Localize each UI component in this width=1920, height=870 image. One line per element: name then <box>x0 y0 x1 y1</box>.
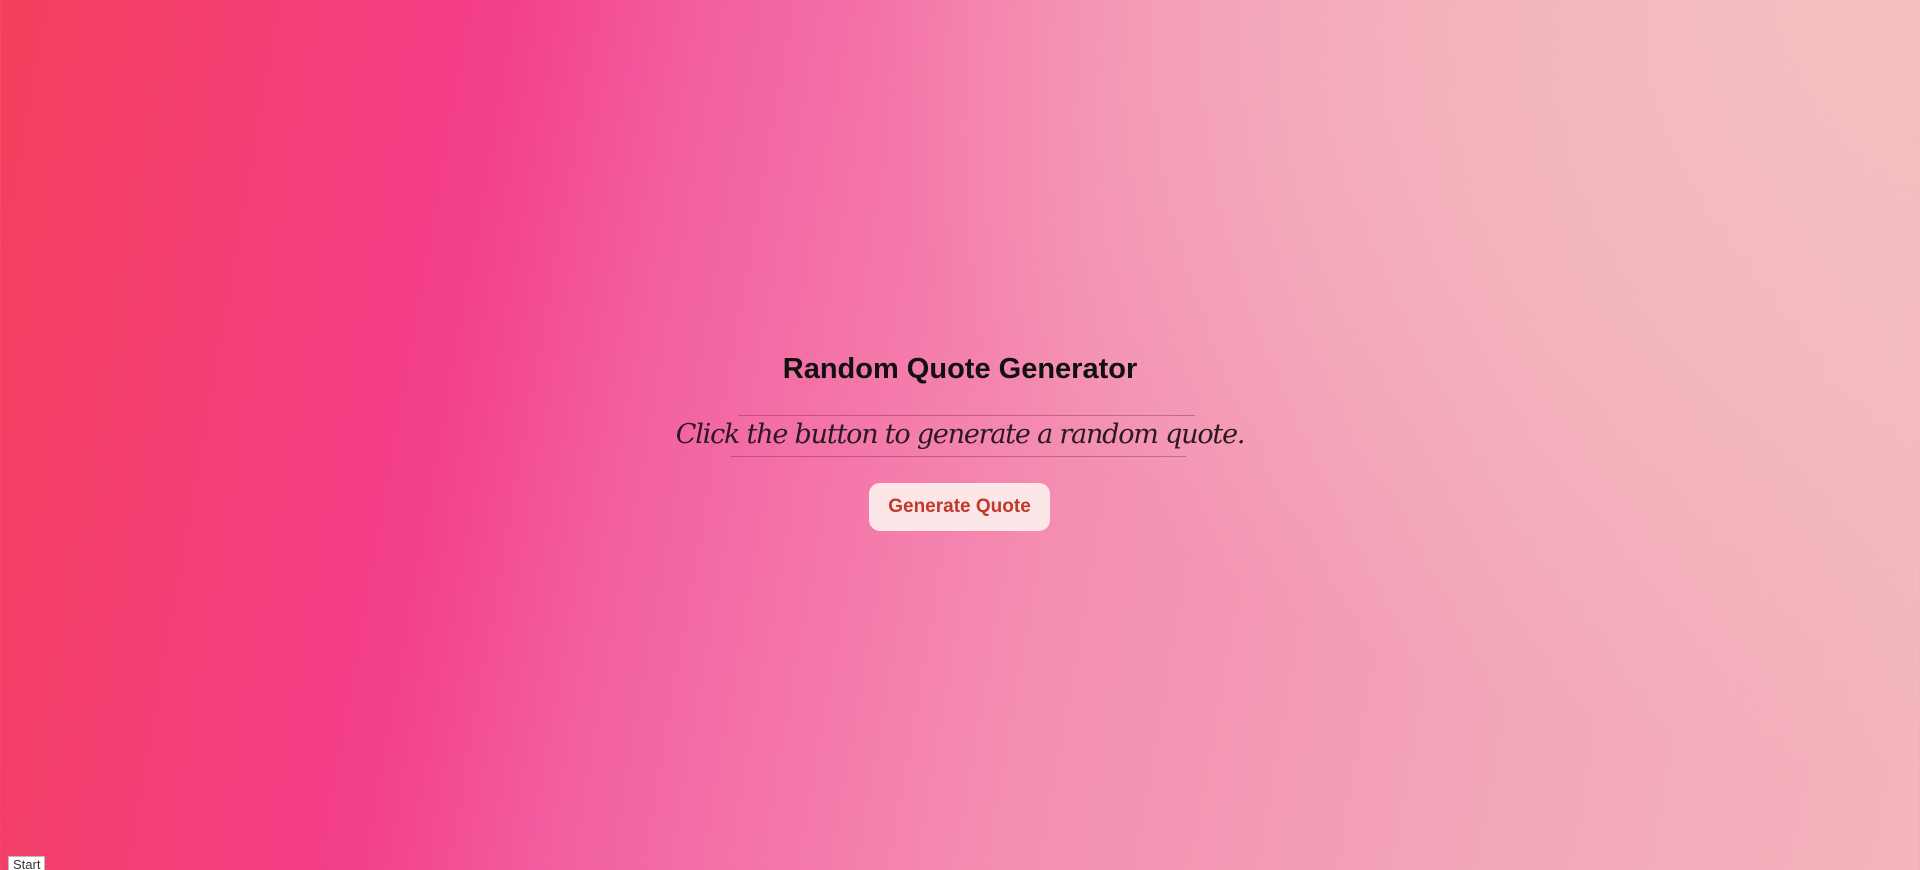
quote-generator-container: Random Quote Generator Click the button … <box>0 0 1920 870</box>
generate-quote-button[interactable]: Generate Quote <box>869 483 1050 531</box>
quote-divider-top <box>738 415 1195 416</box>
quote-text: Click the button to generate a random qu… <box>675 419 1246 450</box>
start-button[interactable]: Start <box>8 856 46 870</box>
page-title: Random Quote Generator <box>782 353 1138 385</box>
quote-divider-bottom <box>731 456 1186 457</box>
